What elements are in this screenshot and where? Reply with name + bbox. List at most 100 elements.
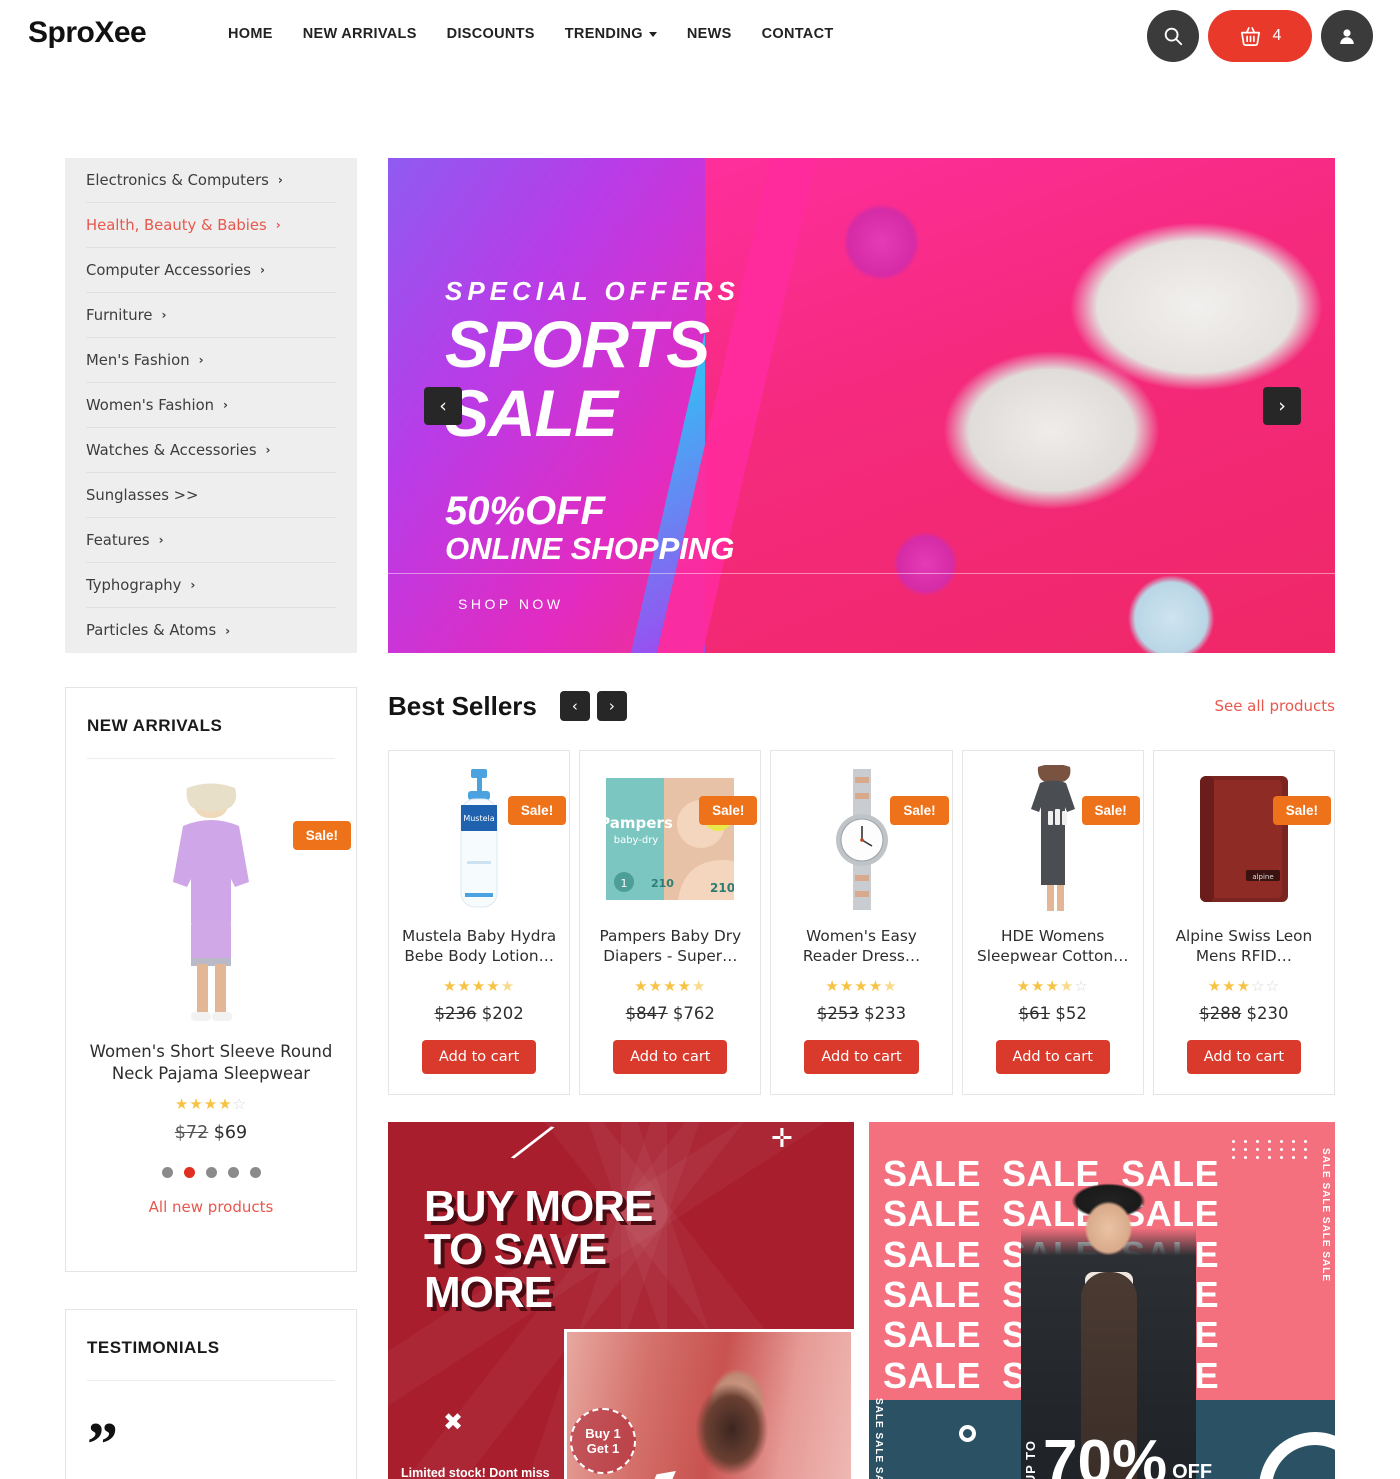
svg-text:210: 210 [710,881,734,895]
product-price: $72 $69 [87,1123,335,1143]
chevron-right-icon: › [265,443,271,457]
sidebar-item-watches-accessories[interactable]: Watches & Accessories › [86,428,336,473]
circle-outline-decoration [959,1425,976,1442]
product-card[interactable]: Sale! alpine Alpine Swiss Leon Mens RFID… [1152,750,1336,1095]
current-price: $52 [1055,1004,1087,1023]
nav-item-contact[interactable]: CONTACT [762,26,834,42]
rating-stars: ★★★★★ [398,979,560,994]
sidebar-item-health-beauty-babies[interactable]: Health, Beauty & Babies › [86,203,336,248]
category-label: Typhography [86,576,182,594]
chevron-right-icon: › [225,623,231,638]
add-to-cart-button[interactable]: Add to cart [1186,1040,1302,1074]
add-to-cart-button[interactable]: Add to cart [995,1040,1110,1074]
sale-word: SALE [883,1153,982,1194]
category-label: Furniture [86,306,153,324]
add-to-cart-button[interactable]: Add to cart [613,1040,728,1074]
star-half: ★ [1059,977,1075,995]
star-half: ★ [883,977,898,995]
product-card[interactable]: Sale! Women's Easy Reader Dress… ★★★★★ $… [770,750,953,1095]
site-logo[interactable]: SproXee [28,16,147,50]
sidebar-item-computer-accessories[interactable]: Computer Accessories › [86,248,336,293]
best-sellers-arrows: ‹ › [559,691,627,721]
star-empty: ☆ [1074,977,1089,995]
new-arrivals-pager [87,1166,335,1178]
product-card[interactable]: Sale! HDE Womens Sleepwear Cotton… ★★★★☆ [961,750,1144,1095]
status-badge: Sale! [1081,796,1140,825]
hero-cta[interactable]: SHOP NOW [458,596,564,612]
badge-line1: Buy 1 [585,1425,621,1441]
chevron-down-icon [648,31,657,37]
sidebar-item-sunglasses[interactable]: Sunglasses >> [86,473,336,518]
promo-banner-sale-70[interactable]: SALE SALE SALE SALE SALE SALE SALE SALE … [869,1122,1335,1479]
side-sale-text: SALE SALE SALE SALE [1320,1148,1331,1283]
chevron-right-icon: › [259,263,265,277]
svg-text:baby-dry: baby-dry [614,835,659,846]
nav-item-news[interactable]: NEWS [687,26,732,42]
add-to-cart-button[interactable]: Add to cart [421,1040,537,1074]
all-new-products-link[interactable]: All new products [87,1198,335,1216]
pager-dot[interactable] [227,1166,239,1178]
search-button[interactable] [1147,10,1199,62]
category-label: Computer Accessories [86,261,251,279]
pager-dot[interactable] [205,1166,217,1178]
main-navigation: HOME NEW ARRIVALS DISCOUNTS TRENDING NEW… [228,26,834,42]
new-arrivals-product[interactable]: Sale! Women's Short Sleeve Round Neck Pa… [87,759,351,1143]
dot-grid-decoration [1232,1140,1311,1159]
pager-dot[interactable] [161,1166,173,1178]
cart-button[interactable]: 4 [1208,10,1312,62]
sparkle-icon: ✖ [443,1408,464,1436]
promo-title: BUY MORE TO SAVE MORE [424,1184,653,1318]
lotion-bottle-image: Mustela [460,769,498,908]
old-price: $236 [434,1004,477,1023]
sidebar-item-electronics-computers[interactable]: Electronics & Computers › [86,158,336,203]
sidebar-item-features[interactable]: Features › [86,518,336,563]
nav-label: DISCOUNTS [446,26,535,42]
sidebar-item-furniture[interactable]: Furniture › [86,293,336,338]
product-name: Women's Easy Reader Dress… [802,927,921,966]
old-price: $288 [1199,1004,1242,1023]
star-half: ★ [691,977,707,995]
best-sellers-prev-button[interactable]: ‹ [559,691,590,721]
nav-item-home[interactable]: HOME [228,26,273,42]
nav-label: HOME [228,26,273,42]
category-label: Watches & Accessories [86,441,257,459]
nav-item-discounts[interactable]: DISCOUNTS [447,26,535,42]
nav-label: TRENDING [564,26,643,42]
status-badge: Sale! [1272,796,1332,825]
product-price: $847 $762 [589,1004,751,1023]
best-sellers-next-button[interactable]: › [596,691,627,721]
star-full: ★★★★ [825,977,884,995]
hero-next-button[interactable]: › [1263,387,1301,425]
hero-subtitle: ONLINE SHOPPING [445,531,735,567]
pager-dot-active[interactable] [183,1166,195,1178]
product-card[interactable]: Sale! Mustela Mustela Baby Hydra Bebe Bo… [388,750,571,1095]
nav-item-new-arrivals[interactable]: NEW ARRIVALS [303,26,417,42]
hero-eyebrow: SPECIAL OFFERS [445,276,740,306]
promo-banner-buy-more[interactable]: ⟋ ✛ BUY MORE TO SAVE MORE Buy 1 Get 1 ✖ … [388,1122,854,1479]
old-price: $253 [816,1004,859,1023]
sidebar-item-typhography[interactable]: Typhography › [86,563,336,608]
sidebar-item-womens-fashion[interactable]: Women's Fashion › [86,383,336,428]
promo-title-line3: MORE [424,1268,553,1318]
chevron-right-icon: › [198,353,204,367]
account-button[interactable] [1321,10,1373,62]
sidebar-item-mens-fashion[interactable]: Men's Fashion › [86,338,336,383]
section-title: Best Sellers [388,690,537,721]
add-to-cart-button[interactable]: Add to cart [804,1040,919,1074]
sale-word: SALE [883,1193,982,1235]
site-header: SproXee HOME NEW ARRIVALS DISCOUNTS TREN… [0,0,1400,72]
badge-line2: Get 1 [586,1441,620,1456]
sidebar-item-particles-atoms[interactable]: Particles & Atoms › [86,608,336,653]
wristwatch-image [835,768,888,910]
hero-discount: 50%OFF [445,489,606,534]
product-card[interactable]: Sale! Pampers baby-dry 12 1 210 210 [579,750,762,1095]
plus-icon: ✛ [771,1124,793,1154]
discount-percent: 70% [1043,1428,1168,1479]
hero-prev-button[interactable]: ‹ [424,387,462,425]
see-all-products-link[interactable]: See all products [1214,697,1335,715]
nav-item-trending[interactable]: TRENDING [565,26,657,42]
category-label: Features [86,531,150,549]
current-price: $202 [481,1004,524,1023]
pager-dot[interactable] [249,1166,261,1178]
hero-slider[interactable]: SPECIAL OFFERS SPORTS SALE 50%OFF ONLINE… [388,158,1335,653]
